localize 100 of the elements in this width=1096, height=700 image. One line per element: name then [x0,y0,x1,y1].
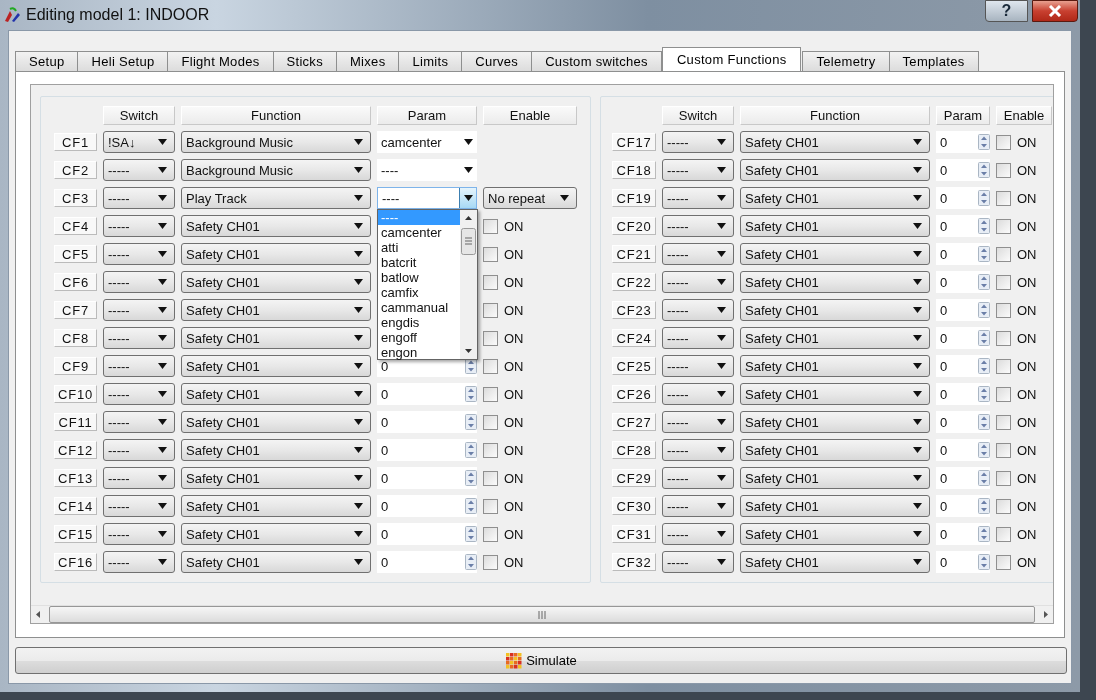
checkbox[interactable] [996,498,1011,514]
checkbox[interactable] [996,526,1011,542]
function-dropdown[interactable]: Background Music [181,131,371,153]
switch-dropdown[interactable]: ----- [103,271,175,293]
checkbox[interactable] [483,386,498,402]
function-dropdown[interactable]: Safety CH01 [740,411,930,433]
switch-dropdown[interactable]: ----- [103,383,175,405]
switch-dropdown[interactable]: ----- [662,551,734,573]
switch-dropdown[interactable]: ----- [662,159,734,181]
checkbox[interactable] [483,358,498,374]
function-dropdown[interactable]: Safety CH01 [740,215,930,237]
switch-dropdown[interactable]: ----- [103,215,175,237]
switch-dropdown[interactable]: ----- [662,383,734,405]
spin-field[interactable]: 0 [936,523,990,545]
switch-dropdown[interactable]: ----- [662,523,734,545]
tab[interactable]: Sticks [272,51,337,71]
function-dropdown[interactable]: Safety CH01 [181,551,371,573]
spin-field[interactable]: 0 [936,327,990,349]
switch-dropdown[interactable]: ----- [662,187,734,209]
tab[interactable]: Custom switches [531,51,662,71]
list-item[interactable]: engoff [378,330,460,345]
close-button[interactable] [1032,0,1078,22]
checkbox[interactable] [483,442,498,458]
list-item[interactable]: engdis [378,315,460,330]
list-item[interactable]: atti [378,240,460,255]
tab[interactable]: Flight Modes [167,51,274,71]
switch-dropdown[interactable]: ----- [103,243,175,265]
switch-dropdown[interactable]: ----- [662,495,734,517]
spin-field[interactable]: 0 [936,159,990,181]
checkbox[interactable] [996,330,1011,346]
function-dropdown[interactable]: Safety CH01 [740,523,930,545]
switch-dropdown[interactable]: ----- [103,159,175,181]
checkbox[interactable] [483,470,498,486]
switch-dropdown[interactable]: ----- [662,411,734,433]
function-dropdown[interactable]: Safety CH01 [740,159,930,181]
checkbox[interactable] [483,330,498,346]
switch-dropdown[interactable]: ----- [103,327,175,349]
checkbox[interactable] [483,218,498,234]
checkbox[interactable] [996,414,1011,430]
function-dropdown[interactable]: Safety CH01 [740,187,930,209]
function-dropdown[interactable]: Safety CH01 [181,383,371,405]
checkbox[interactable] [483,498,498,514]
spin-field[interactable]: 0 [936,495,990,517]
spin-field[interactable]: 0 [936,131,990,153]
function-dropdown[interactable]: Safety CH01 [181,243,371,265]
spin-field[interactable]: 0 [936,551,990,573]
horizontal-scrollbar[interactable] [31,605,1053,623]
function-dropdown[interactable]: Safety CH01 [740,467,930,489]
function-dropdown[interactable]: Safety CH01 [181,271,371,293]
spin-field[interactable]: 0 [936,271,990,293]
spin-field[interactable]: 0 [936,243,990,265]
checkbox[interactable] [483,414,498,430]
function-dropdown[interactable]: Safety CH01 [740,383,930,405]
checkbox[interactable] [483,554,498,570]
checkbox[interactable] [996,218,1011,234]
checkbox[interactable] [996,162,1011,178]
scrollbar-drawing[interactable] [460,210,477,359]
list-item[interactable]: batlow [378,270,460,285]
function-dropdown[interactable]: Safety CH01 [181,439,371,461]
param-dropdown[interactable]: camcenter [377,131,477,153]
switch-dropdown[interactable]: ----- [662,215,734,237]
spin-field[interactable]: 0 [936,383,990,405]
help-button[interactable]: ? [985,0,1028,22]
list-item[interactable]: batcrit [378,255,460,270]
switch-dropdown[interactable]: ----- [103,495,175,517]
tab[interactable]: Setup [15,51,79,71]
list-item[interactable]: camcenter [378,225,460,240]
function-dropdown[interactable]: Safety CH01 [740,271,930,293]
checkbox[interactable] [996,246,1011,262]
checkbox[interactable] [996,386,1011,402]
list-item[interactable]: camfix [378,285,460,300]
checkbox[interactable] [483,302,498,318]
spin-field[interactable]: 0 [936,355,990,377]
switch-dropdown[interactable]: ----- [662,467,734,489]
function-dropdown[interactable]: Safety CH01 [740,299,930,321]
spin-field[interactable]: 0 [377,495,477,517]
simulate-button[interactable]: Simulate [15,647,1067,674]
tab[interactable]: Mixes [336,51,400,71]
function-dropdown[interactable]: Safety CH01 [740,439,930,461]
tab[interactable]: Telemetry [802,51,890,71]
checkbox[interactable] [996,302,1011,318]
function-dropdown[interactable]: Safety CH01 [181,215,371,237]
function-dropdown[interactable]: Safety CH01 [181,495,371,517]
function-dropdown[interactable]: Safety CH01 [740,327,930,349]
switch-dropdown[interactable]: !SA↓ [103,131,175,153]
function-dropdown[interactable]: Safety CH01 [181,523,371,545]
checkbox[interactable] [483,526,498,542]
spin-field[interactable]: 0 [377,411,477,433]
param-dropdown[interactable]: ---- [377,159,477,181]
switch-dropdown[interactable]: ----- [103,411,175,433]
switch-dropdown[interactable]: ----- [662,355,734,377]
switch-dropdown[interactable]: ----- [103,523,175,545]
list-item[interactable]: cammanual [378,300,460,315]
tab[interactable]: Custom Functions [661,47,802,71]
spin-field[interactable]: 0 [936,467,990,489]
spin-field[interactable]: 0 [377,467,477,489]
switch-dropdown[interactable]: ----- [103,467,175,489]
spin-field[interactable]: 0 [936,299,990,321]
tab[interactable]: Limits [398,51,463,71]
spin-field[interactable]: 0 [377,551,477,573]
